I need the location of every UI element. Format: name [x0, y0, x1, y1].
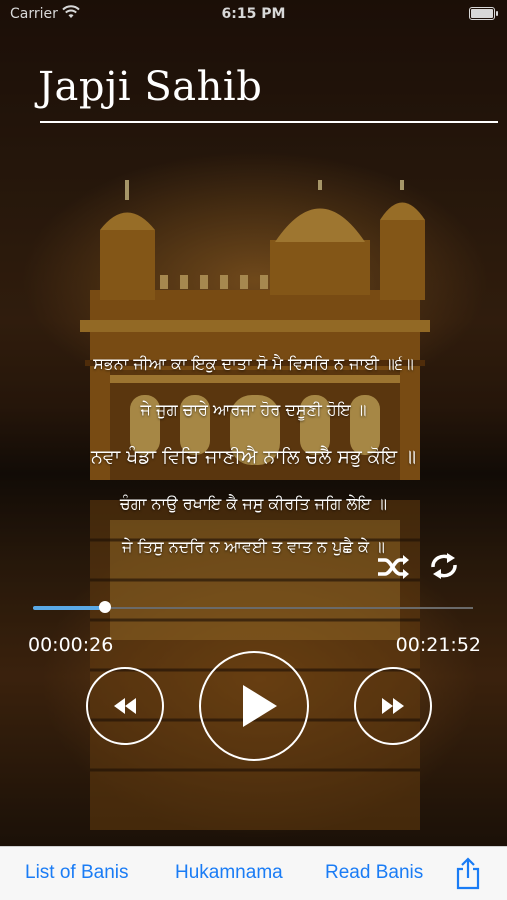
fast-forward-button[interactable] — [354, 667, 432, 745]
progress-fill — [33, 606, 106, 610]
total-time: 00:21:52 — [395, 634, 481, 656]
repeat-button[interactable] — [428, 551, 460, 581]
lyric-line: ਸਭਨਾ ਜੀਆ ਕਾ ਇਕੁ ਦਾਤਾ ਸੋ ਮੈ ਵਿਸਰਿ ਨ ਜਾਈ ॥… — [93, 354, 414, 373]
fast-forward-icon — [382, 698, 404, 714]
shuffle-button[interactable] — [376, 553, 410, 581]
lyric-line-current: ਨਵਾ ਖੰਡਾ ਵਿਚਿ ਜਾਣੀਐ ਨਾਲਿ ਚਲੈ ਸਭੁ ਕੋਇ ॥ — [91, 446, 416, 468]
title-divider — [40, 121, 498, 123]
status-bar: Carrier 6:15 PM — [0, 0, 507, 28]
rewind-button[interactable] — [86, 667, 164, 745]
play-button[interactable] — [199, 651, 309, 761]
tab-list-of-banis[interactable]: List of Banis — [25, 862, 129, 884]
share-button[interactable] — [454, 856, 482, 890]
elapsed-time: 00:00:26 — [28, 634, 114, 656]
player-screen: Carrier 6:15 PM Japji Sahib ਸਭਨਾ ਜੀਆ ਕਾ … — [0, 0, 507, 900]
rewind-icon — [114, 698, 136, 714]
bani-title: Japji Sahib — [38, 64, 263, 110]
lyric-line: ਚੰਗਾ ਨਾਉ ਰਖਾਇ ਕੈ ਜਸੁ ਕੀਰਤਿ ਜਗਿ ਲੇਇ ॥ — [119, 494, 388, 513]
lyric-line: ਜੇ ਜੁਗ ਚਾਰੇ ਆਰਜਾ ਹੋਰ ਦਸੂਣੀ ਹੋਇ ॥ — [140, 400, 367, 419]
repeat-icon — [431, 553, 457, 579]
play-icon — [243, 685, 277, 727]
tab-hukamnama[interactable]: Hukamnama — [175, 862, 283, 884]
status-time: 6:15 PM — [221, 6, 286, 22]
tab-read-banis[interactable]: Read Banis — [325, 862, 423, 884]
shuffle-icon — [378, 555, 409, 579]
battery-icon — [469, 7, 498, 20]
share-icon — [456, 857, 480, 890]
